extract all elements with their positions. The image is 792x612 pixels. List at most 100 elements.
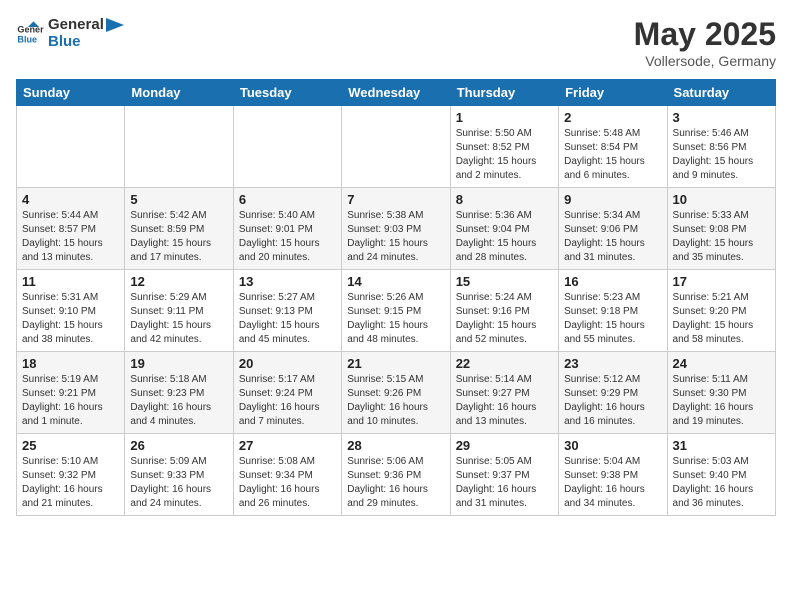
day-number: 18 <box>22 356 119 371</box>
calendar-cell: 4Sunrise: 5:44 AMSunset: 8:57 PMDaylight… <box>17 188 125 270</box>
day-number: 2 <box>564 110 661 125</box>
day-number: 23 <box>564 356 661 371</box>
calendar-cell: 8 Sunrise: 5:36 AMSunset: 9:04 PMDaylight… <box>450 188 558 270</box>
day-info: Sunrise: 5:09 AMSunset: 9:33 PMDaylight:… <box>130 455 227 511</box>
day-number: 5 <box>130 192 227 207</box>
logo-icon: General Blue <box>16 20 44 48</box>
day-info: Sunrise: 5:27 AMSunset: 9:13 PMDaylight:… <box>239 291 336 347</box>
calendar-cell: 24 Sunrise: 5:11 AMSunset: 9:30 PMDayligh… <box>667 352 775 434</box>
day-number: 8 <box>456 192 553 207</box>
calendar-cell: 16Sunrise: 5:23 AMSunset: 9:18 PMDayligh… <box>559 270 667 352</box>
day-info: Sunrise: 5:06 AMSunset: 9:36 PMDaylight:… <box>347 455 444 511</box>
column-header-tuesday: Tuesday <box>233 80 341 106</box>
day-info: Sunrise: 5:08 AMSunset: 9:34 PMDaylight:… <box>239 455 336 511</box>
calendar-cell: 19Sunrise: 5:18 AMSunset: 9:23 PMDayligh… <box>125 352 233 434</box>
calendar-cell: 31 Sunrise: 5:03 AMSunset: 9:40 PMDayligh… <box>667 434 775 516</box>
logo-blue: Blue <box>48 33 81 50</box>
month-year-title: May 2025 <box>634 16 776 53</box>
column-header-saturday: Saturday <box>667 80 775 106</box>
calendar-cell: 5 Sunrise: 5:42 AMSunset: 8:59 PMDaylight… <box>125 188 233 270</box>
day-info: Sunrise: 5:21 AMSunset: 9:20 PMDaylight:… <box>673 291 770 347</box>
logo-arrow-icon <box>106 18 124 32</box>
day-number: 3 <box>673 110 770 125</box>
calendar-cell: 2 Sunrise: 5:48 AMSunset: 8:54 PMDaylight… <box>559 106 667 188</box>
day-info: Sunrise: 5:36 AMSunset: 9:04 PMDaylight:… <box>456 209 553 265</box>
calendar-cell: 17 Sunrise: 5:21 AMSunset: 9:20 PMDayligh… <box>667 270 775 352</box>
day-info: Sunrise: 5:38 AMSunset: 9:03 PMDaylight:… <box>347 209 444 265</box>
calendar-cell: 12 Sunrise: 5:29 AMSunset: 9:11 PMDayligh… <box>125 270 233 352</box>
day-info: Sunrise: 5:04 AMSunset: 9:38 PMDaylight:… <box>564 455 661 511</box>
day-number: 17 <box>673 274 770 289</box>
calendar-cell: 3 Sunrise: 5:46 AMSunset: 8:56 PMDaylight… <box>667 106 775 188</box>
calendar-cell: 15 Sunrise: 5:24 AMSunset: 9:16 PMDayligh… <box>450 270 558 352</box>
calendar-cell: 13Sunrise: 5:27 AMSunset: 9:13 PMDayligh… <box>233 270 341 352</box>
calendar-week-row: 11 Sunrise: 5:31 AMSunset: 9:10 PMDayligh… <box>17 270 776 352</box>
day-number: 30 <box>564 438 661 453</box>
calendar-cell <box>233 106 341 188</box>
column-header-sunday: Sunday <box>17 80 125 106</box>
calendar-cell: 9 Sunrise: 5:34 AMSunset: 9:06 PMDaylight… <box>559 188 667 270</box>
calendar-cell: 29Sunrise: 5:05 AMSunset: 9:37 PMDayligh… <box>450 434 558 516</box>
day-info: Sunrise: 5:46 AMSunset: 8:56 PMDaylight:… <box>673 127 770 183</box>
day-number: 15 <box>456 274 553 289</box>
svg-text:Blue: Blue <box>17 34 37 44</box>
day-info: Sunrise: 5:29 AMSunset: 9:11 PMDaylight:… <box>130 291 227 347</box>
calendar-week-row: 25Sunrise: 5:10 AMSunset: 9:32 PMDayligh… <box>17 434 776 516</box>
column-header-thursday: Thursday <box>450 80 558 106</box>
day-number: 6 <box>239 192 336 207</box>
day-info: Sunrise: 5:17 AMSunset: 9:24 PMDaylight:… <box>239 373 336 429</box>
day-info: Sunrise: 5:05 AMSunset: 9:37 PMDaylight:… <box>456 455 553 511</box>
column-header-friday: Friday <box>559 80 667 106</box>
location-label: Vollersode, Germany <box>634 53 776 69</box>
calendar-cell <box>17 106 125 188</box>
day-info: Sunrise: 5:34 AMSunset: 9:06 PMDaylight:… <box>564 209 661 265</box>
calendar-cell <box>125 106 233 188</box>
calendar-cell: 22 Sunrise: 5:14 AMSunset: 9:27 PMDayligh… <box>450 352 558 434</box>
day-number: 7 <box>347 192 444 207</box>
day-info: Sunrise: 5:19 AMSunset: 9:21 PMDaylight:… <box>22 373 119 429</box>
column-header-wednesday: Wednesday <box>342 80 450 106</box>
logo-general: General <box>48 16 104 33</box>
calendar-week-row: 1Sunrise: 5:50 AMSunset: 8:52 PMDaylight… <box>17 106 776 188</box>
day-info: Sunrise: 5:15 AMSunset: 9:26 PMDaylight:… <box>347 373 444 429</box>
calendar-week-row: 18 Sunrise: 5:19 AMSunset: 9:21 PMDayligh… <box>17 352 776 434</box>
day-info: Sunrise: 5:12 AMSunset: 9:29 PMDaylight:… <box>564 373 661 429</box>
day-info: Sunrise: 5:10 AMSunset: 9:32 PMDaylight:… <box>22 455 119 511</box>
day-number: 19 <box>130 356 227 371</box>
day-info: Sunrise: 5:24 AMSunset: 9:16 PMDaylight:… <box>456 291 553 347</box>
day-number: 9 <box>564 192 661 207</box>
calendar-table: SundayMondayTuesdayWednesdayThursdayFrid… <box>16 79 776 516</box>
day-info: Sunrise: 5:40 AMSunset: 9:01 PMDaylight:… <box>239 209 336 265</box>
day-number: 14 <box>347 274 444 289</box>
calendar-cell: 30 Sunrise: 5:04 AMSunset: 9:38 PMDayligh… <box>559 434 667 516</box>
day-number: 28 <box>347 438 444 453</box>
day-number: 11 <box>22 274 119 289</box>
calendar-cell: 23 Sunrise: 5:12 AMSunset: 9:29 PMDayligh… <box>559 352 667 434</box>
day-number: 24 <box>673 356 770 371</box>
calendar-cell: 11 Sunrise: 5:31 AMSunset: 9:10 PMDayligh… <box>17 270 125 352</box>
column-header-monday: Monday <box>125 80 233 106</box>
day-number: 20 <box>239 356 336 371</box>
day-number: 12 <box>130 274 227 289</box>
calendar-cell: 1Sunrise: 5:50 AMSunset: 8:52 PMDaylight… <box>450 106 558 188</box>
page-header: General Blue General Blue May 2025 Volle… <box>16 16 776 69</box>
calendar-cell: 28 Sunrise: 5:06 AMSunset: 9:36 PMDayligh… <box>342 434 450 516</box>
title-section: May 2025 Vollersode, Germany <box>634 16 776 69</box>
calendar-week-row: 4Sunrise: 5:44 AMSunset: 8:57 PMDaylight… <box>17 188 776 270</box>
calendar-cell: 6 Sunrise: 5:40 AMSunset: 9:01 PMDaylight… <box>233 188 341 270</box>
day-info: Sunrise: 5:33 AMSunset: 9:08 PMDaylight:… <box>673 209 770 265</box>
day-info: Sunrise: 5:31 AMSunset: 9:10 PMDaylight:… <box>22 291 119 347</box>
day-info: Sunrise: 5:14 AMSunset: 9:27 PMDaylight:… <box>456 373 553 429</box>
calendar-cell <box>342 106 450 188</box>
calendar-cell: 14Sunrise: 5:26 AMSunset: 9:15 PMDayligh… <box>342 270 450 352</box>
day-number: 16 <box>564 274 661 289</box>
day-info: Sunrise: 5:03 AMSunset: 9:40 PMDaylight:… <box>673 455 770 511</box>
calendar-cell: 21Sunrise: 5:15 AMSunset: 9:26 PMDayligh… <box>342 352 450 434</box>
calendar-cell: 26Sunrise: 5:09 AMSunset: 9:33 PMDayligh… <box>125 434 233 516</box>
day-info: Sunrise: 5:48 AMSunset: 8:54 PMDaylight:… <box>564 127 661 183</box>
calendar-cell: 27Sunrise: 5:08 AMSunset: 9:34 PMDayligh… <box>233 434 341 516</box>
day-number: 22 <box>456 356 553 371</box>
day-info: Sunrise: 5:42 AMSunset: 8:59 PMDaylight:… <box>130 209 227 265</box>
day-number: 31 <box>673 438 770 453</box>
day-info: Sunrise: 5:11 AMSunset: 9:30 PMDaylight:… <box>673 373 770 429</box>
